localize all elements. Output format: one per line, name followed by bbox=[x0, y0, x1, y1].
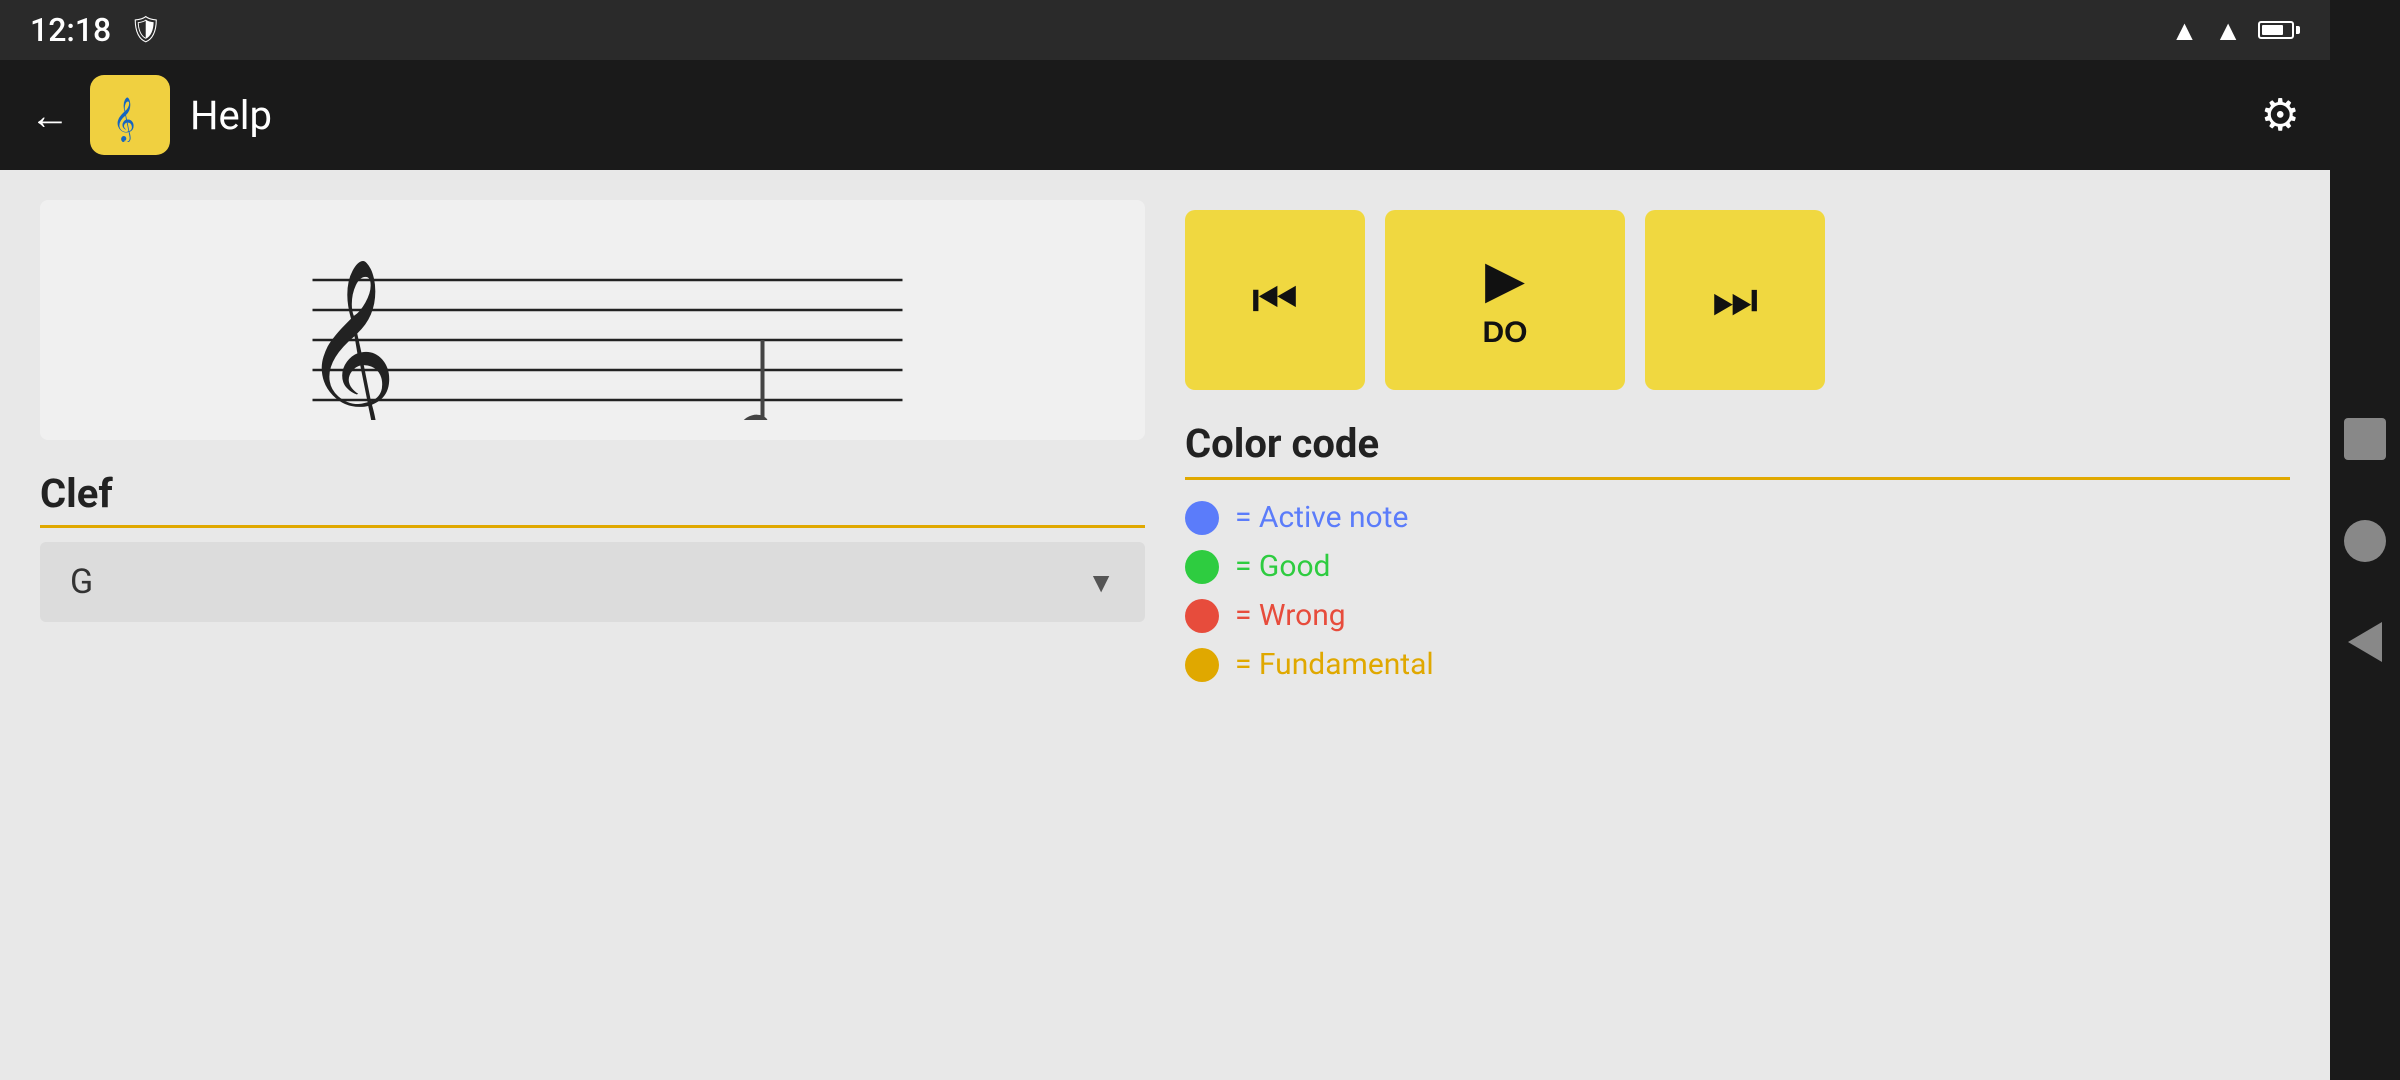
signal-icon: ▲ bbox=[2214, 14, 2242, 47]
staff-svg: 𝄞 bbox=[60, 220, 1125, 420]
settings-icon[interactable]: ⚙ bbox=[2261, 89, 2300, 141]
app-icon: 𝄞 bbox=[90, 75, 170, 155]
side-nav bbox=[2330, 0, 2400, 1080]
chevron-down-icon: ▼ bbox=[1087, 566, 1115, 599]
app-bar: ← 𝄞 Help ⚙ bbox=[0, 60, 2330, 170]
side-circle-button[interactable] bbox=[2344, 520, 2386, 562]
svg-text:𝄞: 𝄞 bbox=[303, 261, 398, 420]
color-item-active: = Active note bbox=[1185, 500, 2290, 535]
main-content: 𝄞 Clef G ▼ ⏮ bbox=[0, 170, 2330, 1080]
status-left: 12:18 🛡 bbox=[30, 11, 162, 49]
side-square-button[interactable] bbox=[2344, 418, 2386, 460]
clef-title: Clef bbox=[40, 470, 1145, 517]
shield-icon: 🛡 bbox=[129, 15, 162, 45]
color-item-fundamental: = Fundamental bbox=[1185, 647, 2290, 682]
fundamental-label: = Fundamental bbox=[1235, 647, 1434, 682]
good-dot bbox=[1185, 550, 1219, 584]
phone-area: 12:18 🛡 ▲ ▲ ← 𝄞 bbox=[0, 0, 2330, 1080]
color-code-section: Color code = Active note = Good bbox=[1185, 420, 2290, 682]
play-icon: ▶ bbox=[1485, 250, 1525, 310]
status-bar: 12:18 🛡 ▲ ▲ bbox=[0, 0, 2330, 60]
playback-controls: ⏮ ▶ DO ⏭ bbox=[1185, 200, 2290, 390]
color-code-divider bbox=[1185, 477, 2290, 480]
color-item-wrong: = Wrong bbox=[1185, 598, 2290, 633]
color-code-list: = Active note = Good = Wrong bbox=[1185, 490, 2290, 682]
good-label: = Good bbox=[1235, 549, 1330, 584]
back-button[interactable]: ← bbox=[30, 92, 70, 139]
active-note-label: = Active note bbox=[1235, 500, 1408, 535]
treble-clef-icon: 𝄞 bbox=[103, 88, 157, 142]
clef-divider bbox=[40, 525, 1145, 528]
skip-back-icon: ⏮ bbox=[1252, 270, 1299, 331]
clef-selected-value: G bbox=[70, 562, 93, 602]
app-bar-left: ← 𝄞 Help bbox=[30, 75, 272, 155]
color-item-good: = Good bbox=[1185, 549, 2290, 584]
svg-text:𝄞: 𝄞 bbox=[113, 98, 135, 142]
active-note-dot bbox=[1185, 501, 1219, 535]
wrong-label: = Wrong bbox=[1235, 598, 1346, 633]
status-right: ▲ ▲ bbox=[2171, 14, 2300, 47]
side-back-button[interactable] bbox=[2348, 622, 2382, 662]
app-title: Help bbox=[190, 92, 272, 139]
skip-forward-icon: ⏭ bbox=[1712, 270, 1759, 331]
play-button[interactable]: ▶ DO bbox=[1385, 210, 1625, 390]
play-note-label: DO bbox=[1483, 316, 1528, 350]
wifi-icon: ▲ bbox=[2171, 14, 2199, 47]
status-time: 12:18 bbox=[30, 11, 111, 49]
clef-dropdown[interactable]: G ▼ bbox=[40, 542, 1145, 622]
color-code-title: Color code bbox=[1185, 420, 2290, 467]
next-button[interactable]: ⏭ bbox=[1645, 210, 1825, 390]
left-panel: 𝄞 Clef G ▼ bbox=[40, 200, 1145, 1050]
battery-icon bbox=[2258, 21, 2300, 39]
right-panel: ⏮ ▶ DO ⏭ Color code = Active n bbox=[1185, 200, 2290, 1050]
prev-button[interactable]: ⏮ bbox=[1185, 210, 1365, 390]
clef-section: Clef G ▼ bbox=[40, 470, 1145, 622]
staff-container: 𝄞 bbox=[40, 200, 1145, 440]
fundamental-dot bbox=[1185, 648, 1219, 682]
wrong-dot bbox=[1185, 599, 1219, 633]
